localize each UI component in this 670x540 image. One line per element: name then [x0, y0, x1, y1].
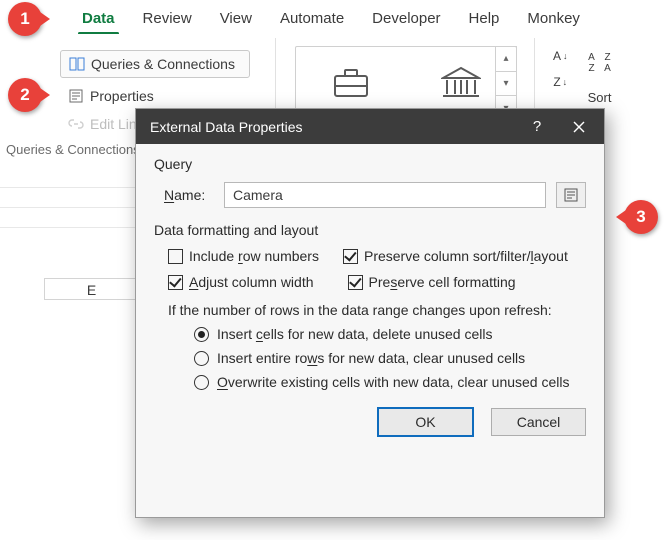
- checkbox-icon: [348, 275, 363, 290]
- column-header-e[interactable]: E: [44, 278, 138, 300]
- radio-icon: [194, 375, 209, 390]
- close-button[interactable]: [558, 109, 600, 144]
- refresh-radio-group: Insert cells for new data, delete unused…: [194, 326, 586, 390]
- checkbox-icon: [168, 275, 183, 290]
- callout-1: 1: [8, 2, 42, 36]
- dialog-titlebar[interactable]: External Data Properties ?: [136, 109, 604, 144]
- queries-icon: [69, 56, 85, 72]
- radio-icon: [194, 327, 209, 342]
- tab-review[interactable]: Review: [129, 6, 206, 35]
- sort-group: A↓ Z↓ AZ ZA Sort: [548, 46, 617, 105]
- tab-monkey[interactable]: Monkey: [513, 6, 594, 35]
- name-input[interactable]: [224, 182, 546, 208]
- dialog-title: External Data Properties: [150, 119, 303, 135]
- include-row-numbers-checkbox[interactable]: Include row numbers: [168, 248, 319, 264]
- checkbox-icon: [343, 249, 358, 264]
- ribbon-tabs: Data Review View Automate Developer Help…: [68, 6, 594, 35]
- sort-dialog-button[interactable]: AZ ZA: [583, 46, 617, 80]
- include-row-numbers-label: Include row numbers: [189, 248, 319, 264]
- radio-overwrite-label: Overwrite existing cells with new data, …: [217, 374, 570, 390]
- checkbox-icon: [168, 249, 183, 264]
- queries-connections-label: Queries & Connections: [91, 56, 235, 72]
- ok-button[interactable]: OK: [378, 408, 473, 436]
- properties-icon: [68, 88, 84, 104]
- sort-asc-button[interactable]: A↓: [548, 46, 573, 66]
- cancel-button[interactable]: Cancel: [491, 408, 586, 436]
- sort-label: Sort: [588, 90, 612, 105]
- close-icon: [573, 121, 585, 133]
- properties-icon: [563, 187, 579, 203]
- properties-button[interactable]: Properties: [60, 84, 180, 108]
- name-label: Name:: [154, 187, 214, 203]
- refresh-note: If the number of rows in the data range …: [168, 302, 586, 318]
- formatting-section-label: Data formatting and layout: [154, 222, 586, 238]
- gallery-down-button[interactable]: ▾: [495, 71, 517, 97]
- edit-links-icon: [68, 116, 84, 132]
- grid-row: [0, 188, 144, 208]
- adjust-width-label: Adjust column width: [189, 274, 314, 290]
- radio-insert-rows[interactable]: Insert entire rows for new data, clear u…: [194, 350, 586, 366]
- tab-developer[interactable]: Developer: [358, 6, 454, 35]
- gallery-up-button[interactable]: ▴: [495, 46, 517, 72]
- radio-insert-cells-label: Insert cells for new data, delete unused…: [217, 326, 493, 342]
- callout-3: 3: [624, 200, 658, 234]
- radio-overwrite[interactable]: Overwrite existing cells with new data, …: [194, 374, 586, 390]
- query-properties-button[interactable]: [556, 182, 586, 208]
- tab-automate[interactable]: Automate: [266, 6, 358, 35]
- adjust-width-checkbox[interactable]: Adjust column width: [168, 274, 314, 290]
- properties-label: Properties: [90, 88, 154, 104]
- institution-icon: [441, 66, 481, 100]
- external-data-properties-dialog: External Data Properties ? Query Name: D…: [135, 108, 605, 518]
- preserve-formatting-label: Preserve cell formatting: [369, 274, 516, 290]
- help-button[interactable]: ?: [516, 109, 558, 144]
- radio-insert-rows-label: Insert entire rows for new data, clear u…: [217, 350, 525, 366]
- preserve-layout-label: Preserve column sort/filter/layout: [364, 248, 568, 264]
- dialog-body: Query Name: Data formatting and layout I…: [136, 144, 604, 450]
- grid-row: [0, 208, 144, 228]
- preserve-formatting-checkbox[interactable]: Preserve cell formatting: [348, 274, 516, 290]
- grid-row: [0, 168, 144, 188]
- queries-connections-button[interactable]: Queries & Connections: [60, 50, 250, 78]
- preserve-layout-checkbox[interactable]: Preserve column sort/filter/layout: [343, 248, 568, 264]
- briefcase-icon: [331, 66, 371, 100]
- group-label-queries: Queries & Connections: [6, 142, 140, 157]
- tab-data[interactable]: Data: [68, 6, 129, 35]
- tab-help[interactable]: Help: [455, 6, 514, 35]
- radio-icon: [194, 351, 209, 366]
- callout-2: 2: [8, 78, 42, 112]
- sort-desc-button[interactable]: Z↓: [548, 72, 572, 92]
- query-section-label: Query: [154, 156, 586, 172]
- tab-view[interactable]: View: [206, 6, 266, 35]
- radio-insert-cells[interactable]: Insert cells for new data, delete unused…: [194, 326, 586, 342]
